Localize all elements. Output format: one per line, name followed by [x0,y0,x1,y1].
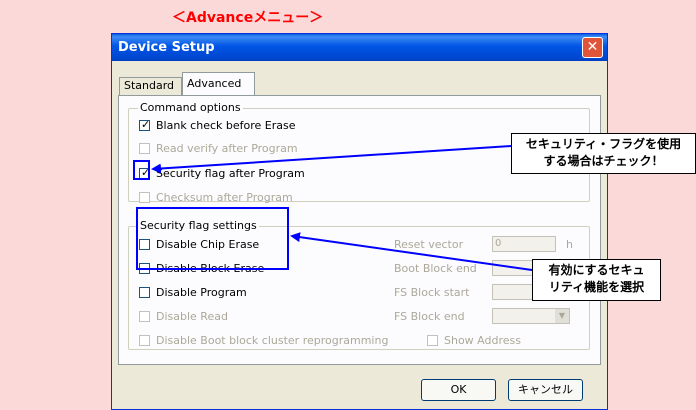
checkbox-box [139,311,150,322]
show-address-label: Show Address [444,334,521,347]
read-verify-label: Read verify after Program [156,142,298,155]
callout-security-settings-line1: 有効にするセキュ [548,263,645,277]
security-flag-checkbox[interactable]: ✓ Security flag after Program [139,166,305,180]
blank-check-checkbox[interactable]: ✓ Blank check before Erase [139,118,296,132]
caption-advance-menu: ＜Advanceメニュー＞ [172,10,324,26]
callout-security-flag: セキュリティ・フラグを使用 する場合はチェック！ [511,133,696,174]
checkbox-box [139,143,150,154]
checksum-label: Checksum after Program [156,191,293,204]
disable-program-checkbox[interactable]: Disable Program [139,286,247,299]
close-icon: ✕ [586,39,599,55]
checkbox-box: ✓ [139,118,151,131]
close-button[interactable]: ✕ [582,37,603,58]
reset-vector-label: Reset vector [394,238,464,251]
callout-security-settings: 有効にするセキュ リティ機能を選択 [532,259,661,301]
callout-security-flag-line2: する場合はチェック！ [543,154,664,168]
boot-block-end-label: Boot Block end [394,262,477,275]
disable-boot-block-checkbox[interactable]: Disable Boot block cluster reprogramming [139,334,388,347]
reset-vector-input[interactable]: 0 [492,236,556,252]
command-options-title: Command options [138,101,243,114]
callout-security-settings-line2: リティ機能を選択 [548,280,645,294]
tab-advanced[interactable]: Advanced [182,72,255,96]
security-flag-checkbox-highlight [133,160,150,180]
checkbox-box [427,335,438,346]
disable-read-label: Disable Read [156,310,228,323]
show-address-checkbox[interactable]: Show Address [427,334,521,347]
checksum-checkbox[interactable]: Checksum after Program [139,191,293,204]
disable-program-label: Disable Program [156,286,247,299]
window-title: Device Setup [118,40,215,55]
fs-block-end-select[interactable]: ▼ [492,308,570,324]
title-bar[interactable]: Device Setup ✕ [112,34,607,61]
fs-block-end-label: FS Block end [394,310,465,323]
disable-read-checkbox[interactable]: Disable Read [139,310,228,323]
check-mark-icon: ✓ [141,118,151,131]
checkbox-box [139,335,150,346]
disable-boot-block-label: Disable Boot block cluster reprogramming [156,334,389,347]
ok-button[interactable]: OK [421,379,496,401]
security-flag-label: Security flag after Program [156,167,305,180]
reset-vector-unit: h [566,238,573,251]
read-verify-checkbox[interactable]: Read verify after Program [139,142,298,155]
checkbox-box [139,192,150,203]
fs-block-start-label: FS Block start [394,286,470,299]
cancel-button[interactable]: キャンセル [508,379,583,401]
checkbox-box [139,287,150,298]
tab-standard[interactable]: Standard [119,77,182,95]
callout-security-flag-line1: セキュリティ・フラグを使用 [525,137,682,151]
blank-check-label: Blank check before Erase [156,119,296,132]
security-settings-highlight [136,207,289,270]
chevron-down-icon: ▼ [555,309,569,323]
